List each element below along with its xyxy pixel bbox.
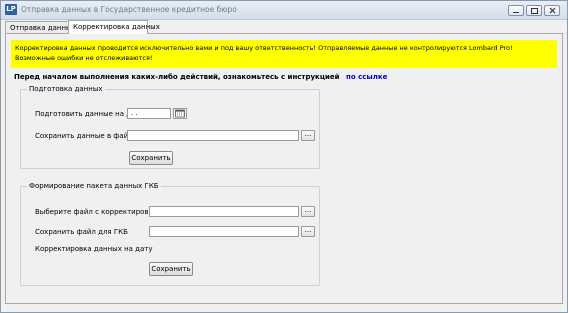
- title-bar[interactable]: LP Отправка данных в Государственное кре…: [1, 1, 567, 20]
- maximize-button[interactable]: [526, 5, 542, 16]
- tab-panel-correct-data: Корректировка данных проводится исключит…: [5, 33, 563, 304]
- window-title: Отправка данных в Государственное кредит…: [21, 5, 237, 14]
- instruction-link[interactable]: по ссылке: [346, 73, 387, 81]
- save-file-label: Сохранить данные в файл: [35, 132, 133, 140]
- gkb-file-label: Сохранить файл для ГКБ: [35, 228, 128, 236]
- gkb-package-group: Формирование пакета данных ГКБ Выберите …: [20, 182, 320, 286]
- tab-send-data[interactable]: Отправка данных: [5, 21, 76, 33]
- prepare-date-input[interactable]: . .: [127, 108, 171, 119]
- close-button[interactable]: [544, 5, 560, 16]
- prepare-data-group: Подготовка данных Подготовить данные на …: [20, 85, 320, 169]
- calendar-button[interactable]: [173, 108, 187, 119]
- instruction-text: Перед началом выполнения каких-либо дейс…: [14, 73, 387, 81]
- tab-strip: Отправка данных Корректировка данных: [5, 20, 563, 34]
- minimize-button[interactable]: [508, 5, 524, 16]
- gkb-browse-button[interactable]: ...: [301, 226, 315, 237]
- gkb-package-legend: Формирование пакета данных ГКБ: [29, 182, 159, 190]
- calendar-icon: [175, 109, 185, 118]
- gkb-file-input[interactable]: [149, 226, 299, 237]
- correction-date-label: Корректировка данных на дату: [35, 245, 153, 253]
- prepare-data-legend: Подготовка данных: [29, 85, 103, 93]
- prepare-save-button[interactable]: Сохранить: [129, 151, 173, 165]
- corrections-browse-button[interactable]: ...: [301, 206, 315, 217]
- app-window: LP Отправка данных в Государственное кре…: [0, 0, 568, 313]
- instruction-label: Перед началом выполнения каких-либо дейс…: [14, 73, 340, 81]
- app-logo-icon: LP: [5, 4, 17, 15]
- save-file-input[interactable]: [127, 130, 299, 141]
- corrections-file-label: Выберите файл с корректировками: [35, 208, 167, 216]
- save-file-browse-button[interactable]: ...: [301, 130, 315, 141]
- corrections-file-input[interactable]: [149, 206, 299, 217]
- tab-correct-data[interactable]: Корректировка данных: [68, 20, 160, 34]
- warning-banner: Корректировка данных проводится исключит…: [11, 40, 557, 68]
- package-save-button[interactable]: Сохранить: [149, 262, 193, 276]
- close-icon: [549, 7, 556, 14]
